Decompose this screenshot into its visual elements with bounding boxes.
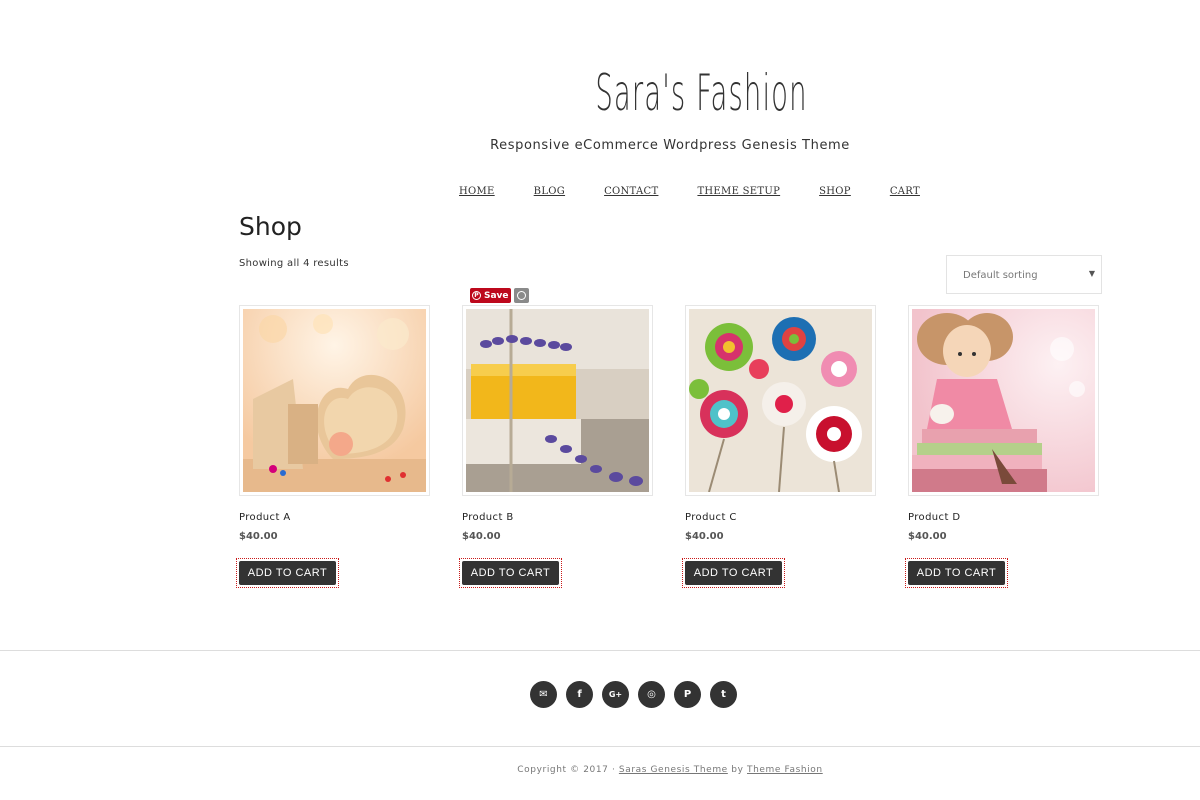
twitter-icon[interactable]: t [710, 681, 737, 708]
footer-divider-bottom [0, 746, 1200, 747]
copyright-text: Copyright © 2017 · [517, 765, 616, 775]
product-card: Product D $40.00 ADD TO CART [905, 305, 1099, 588]
main-nav: HOME BLOG CONTACT THEME SETUP SHOP CART [459, 186, 959, 197]
product-name[interactable]: Product D [908, 512, 960, 523]
visual-search-icon[interactable] [514, 288, 529, 303]
add-to-cart-button[interactable]: ADD TO CART [682, 558, 785, 588]
product-price: $40.00 [462, 531, 501, 542]
pinterest-save-label: Save [484, 290, 509, 301]
page-title: Shop [239, 212, 302, 241]
sorting-selected-value: Default sorting [963, 270, 1038, 281]
social-icons: ✉ f G+ ◎ P t [530, 681, 737, 708]
nav-item-contact[interactable]: CONTACT [604, 186, 658, 197]
result-count: Showing all 4 results [239, 258, 349, 269]
product-image-link[interactable] [239, 305, 430, 496]
theme-link[interactable]: Saras Genesis Theme [619, 765, 728, 775]
add-to-cart-button[interactable]: ADD TO CART [236, 558, 339, 588]
facebook-icon[interactable]: f [566, 681, 593, 708]
envelope-icon[interactable]: ✉ [530, 681, 557, 708]
nav-item-shop[interactable]: SHOP [819, 186, 851, 197]
nav-item-cart[interactable]: CART [890, 186, 920, 197]
product-card: Product C $40.00 ADD TO CART [682, 305, 876, 588]
footer-divider-top [0, 650, 1200, 651]
product-card: Product B $40.00 ADD TO CART [459, 305, 653, 588]
pinterest-save-button[interactable]: P Save [470, 288, 511, 303]
chevron-down-icon: ▼ [1088, 269, 1095, 278]
instagram-icon[interactable]: ◎ [638, 681, 665, 708]
product-name[interactable]: Product A [239, 512, 291, 523]
sorting-select[interactable]: Default sorting ▼ [946, 255, 1102, 294]
product-price: $40.00 [239, 531, 278, 542]
product-image-crochet-flowers [689, 309, 872, 492]
site-tagline: Responsive eCommerce Wordpress Genesis T… [490, 138, 850, 153]
google-plus-icon[interactable]: G+ [602, 681, 629, 708]
product-price: $40.00 [908, 531, 947, 542]
product-image-wooden-hearts [243, 309, 426, 492]
site-title[interactable]: Sara's Fashion [372, 64, 1032, 122]
product-image-lavender-soap [466, 309, 649, 492]
product-card: Product A $40.00 ADD TO CART [236, 305, 430, 588]
product-price: $40.00 [685, 531, 724, 542]
product-image-link[interactable] [685, 305, 876, 496]
footer-credits: Copyright © 2017 · Saras Genesis Theme b… [0, 765, 1200, 775]
add-to-cart-button[interactable]: ADD TO CART [459, 558, 562, 588]
add-to-cart-button[interactable]: ADD TO CART [905, 558, 1008, 588]
pinterest-icon: P [472, 291, 481, 300]
pinterest-icon[interactable]: P [674, 681, 701, 708]
product-name[interactable]: Product B [462, 512, 514, 523]
nav-item-home[interactable]: HOME [459, 186, 495, 197]
product-image-link[interactable] [462, 305, 653, 496]
product-name[interactable]: Product C [685, 512, 737, 523]
by-text: by [731, 765, 744, 775]
product-image-link[interactable] [908, 305, 1099, 496]
nav-item-theme-setup[interactable]: THEME SETUP [697, 186, 780, 197]
author-link[interactable]: Theme Fashion [747, 765, 823, 775]
product-image-rag-doll [912, 309, 1095, 492]
nav-item-blog[interactable]: BLOG [534, 186, 565, 197]
